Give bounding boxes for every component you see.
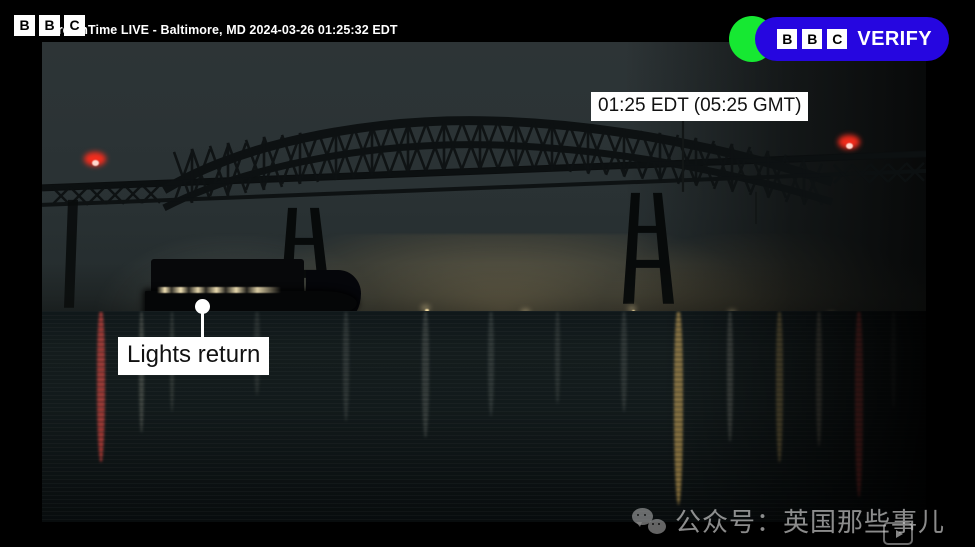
- bbc-verify-badge: B B C VERIFY: [729, 14, 949, 64]
- verify-word: VERIFY: [857, 27, 932, 50]
- annotation-leader-line: [201, 311, 204, 339]
- wechat-icon: [631, 507, 666, 534]
- verify-block-3: C: [827, 29, 848, 49]
- wechat-bubble-small: [647, 518, 666, 534]
- water-vignette-right: [660, 310, 926, 522]
- bbc-logo-block-1: B: [14, 15, 35, 36]
- play-icon[interactable]: [883, 522, 913, 545]
- annotation-label: Lights return: [118, 337, 270, 376]
- verify-block-2: B: [802, 29, 823, 49]
- screenshot-root: Lights return B B C StreamTime LIVE - Ba…: [0, 0, 975, 547]
- play-triangle-icon: [895, 529, 903, 538]
- verify-block-1: B: [777, 29, 798, 49]
- bbc-logo: B B C: [14, 15, 85, 36]
- wechat-bubble-tail: [635, 521, 642, 527]
- bbc-logo-block-3: C: [64, 15, 85, 36]
- verify-pill: B B C VERIFY: [755, 17, 949, 61]
- bbc-logo-block-2: B: [39, 15, 60, 36]
- stream-header-text: StreamTime LIVE - Baltimore, MD 2024-03-…: [45, 23, 398, 37]
- ship-deck-lights: [157, 287, 289, 293]
- timestamp-label: 01:25 EDT (05:25 GMT): [591, 92, 809, 122]
